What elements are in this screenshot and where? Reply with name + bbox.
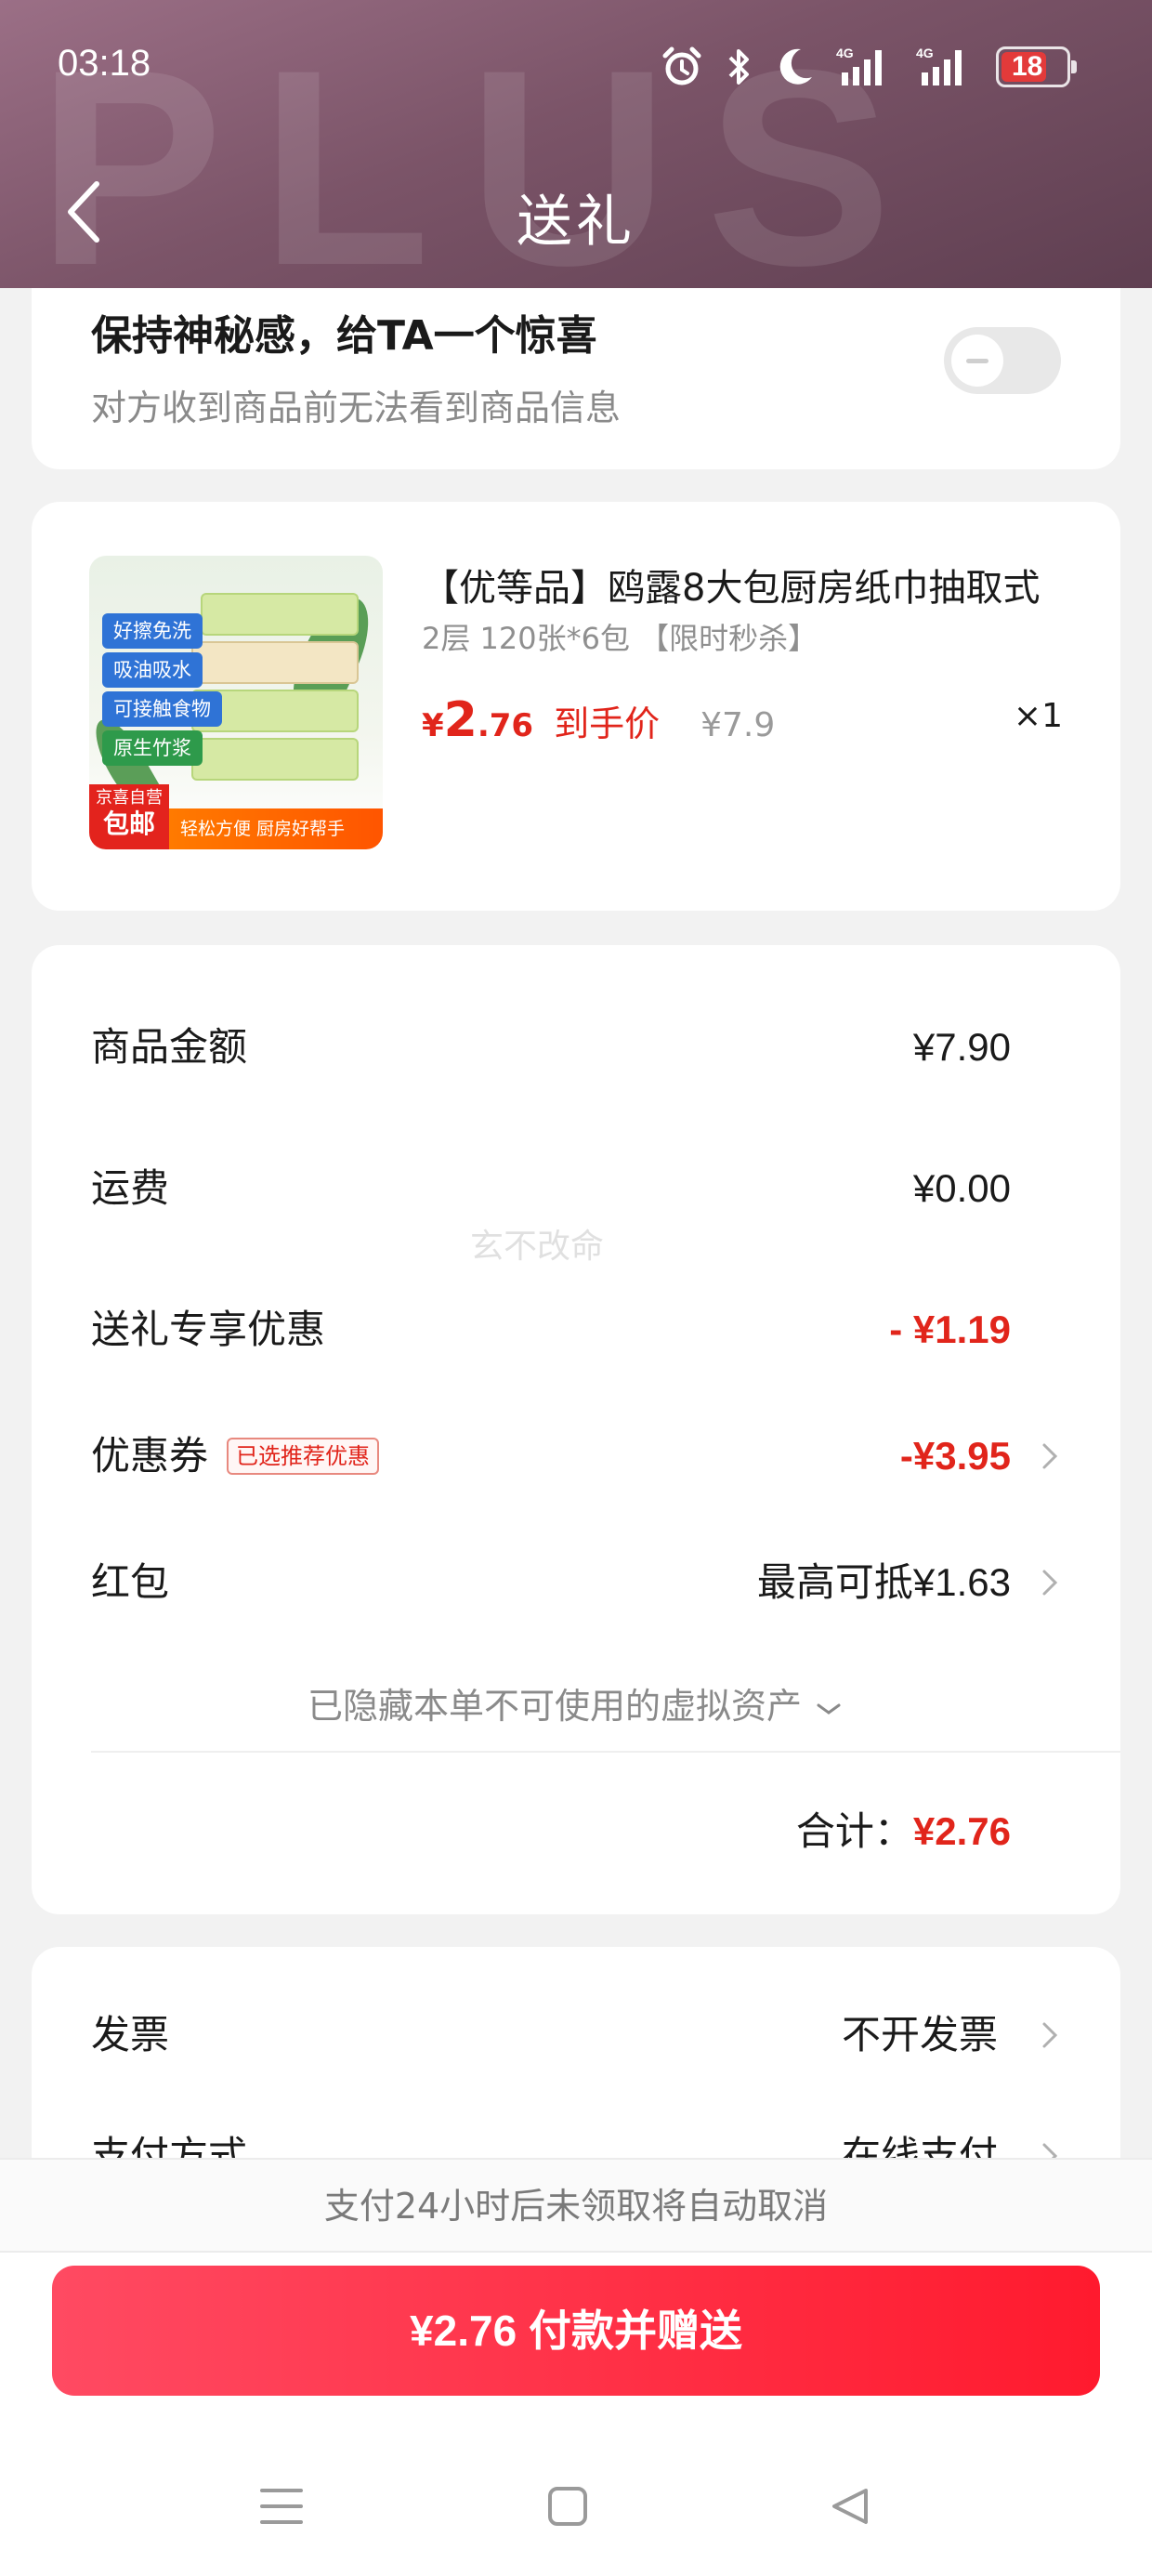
toggle-knob: [951, 335, 1003, 387]
svg-text:4G: 4G: [836, 46, 854, 60]
page-title: 送礼: [517, 190, 635, 255]
chevron-down-icon: [817, 1703, 841, 1715]
row-value: 不开发票: [841, 2013, 998, 2057]
home-icon[interactable]: [546, 2485, 589, 2531]
row-label: 送礼专享优惠: [91, 1307, 326, 1352]
jd-badge-bottom: 包邮: [102, 808, 155, 839]
svg-text:4G: 4G: [916, 46, 934, 60]
product-quantity: ×1: [1013, 697, 1063, 735]
status-icons: 4G 4G 18: [660, 45, 1077, 89]
bottom-panel: ¥2.76 付款并赠送: [0, 2251, 1152, 2576]
total-label: 合计：: [795, 1808, 913, 1854]
status-bar: 03:18 4G 4G 18: [0, 37, 1152, 102]
product-price: ¥ 2 .76 到手价 ¥7.9: [422, 692, 775, 748]
auto-cancel-notice: 支付24小时后未领取将自动取消: [0, 2158, 1152, 2251]
price-integer: 2: [443, 692, 478, 748]
summary-row-goods-amount: 商品金额 ¥7.90: [91, 1019, 1011, 1075]
row-value: -¥3.95: [899, 1434, 1011, 1478]
invoice-row[interactable]: 发票 不开发票: [91, 2007, 1058, 2063]
product-spec: 2层 120张*6包 【限时秒杀】: [422, 621, 818, 656]
order-total: 合计：¥2.76: [796, 1800, 1011, 1857]
chevron-right-icon: [1042, 1443, 1058, 1469]
product-package: [191, 641, 359, 684]
surprise-subtitle: 对方收到商品前无法看到商品信息: [91, 388, 622, 428]
battery-icon: 18: [996, 46, 1077, 87]
nav-bar: 送礼: [0, 158, 1152, 260]
row-value: ¥7.90: [912, 1025, 1011, 1069]
summary-card: 商品金额 ¥7.90 运费 ¥0.00 玄不改命 送礼专享优惠 - ¥1.19 …: [32, 945, 1120, 1914]
row-label: 商品金额: [91, 1024, 248, 1070]
product-image[interactable]: 好擦免洗 吸油吸水 可接触食物 原生竹浆 京喜自营 包邮 轻松方便 厨房好帮手: [89, 556, 383, 849]
product-card[interactable]: 好擦免洗 吸油吸水 可接触食物 原生竹浆 京喜自营 包邮 轻松方便 厨房好帮手 …: [32, 502, 1120, 911]
price-label: 到手价: [554, 703, 661, 744]
battery-level: 18: [1012, 51, 1043, 82]
row-label: 优惠券: [91, 1433, 209, 1479]
hidden-assets-toggle[interactable]: 已隐藏本单不可使用的虚拟资产: [32, 1677, 1120, 1728]
back-triangle-icon[interactable]: [829, 2485, 871, 2531]
product-title[interactable]: 【优等品】鸥露8大包厨房纸巾抽取式: [422, 558, 1072, 611]
surprise-toggle[interactable]: [944, 327, 1061, 394]
signal-icon: 4G: [836, 46, 882, 85]
row-label: 发票: [91, 2012, 170, 2057]
image-tag: 吸油吸水: [102, 652, 203, 688]
total-value: ¥2.76: [912, 1809, 1011, 1853]
menu-icon[interactable]: [258, 2485, 305, 2531]
alarm-icon: [662, 46, 701, 85]
price-decimal: .76: [477, 707, 534, 744]
row-value: ¥0.00: [912, 1166, 1011, 1210]
surprise-card: 保持神秘感，给TA一个惊喜 对方收到商品前无法看到商品信息: [32, 260, 1120, 469]
page: PLUS 03:18 4G 4G 18 送礼 保持神秘感，给TA一个惊喜 对方收…: [0, 0, 1152, 2576]
hidden-assets-text: 已隐藏本单不可使用的虚拟资产: [307, 1686, 802, 1727]
image-tag: 原生竹浆: [102, 730, 203, 766]
surprise-title: 保持神秘感，给TA一个惊喜: [91, 312, 597, 360]
row-label: 红包: [91, 1559, 170, 1605]
divider: [91, 1751, 1120, 1753]
summary-row-gift-discount: 送礼专享优惠 - ¥1.19: [91, 1302, 1011, 1358]
status-time: 03:18: [58, 43, 151, 84]
chevron-right-icon: [1042, 2022, 1058, 2048]
product-package: [191, 738, 359, 781]
row-label: 运费: [91, 1165, 170, 1211]
product-package: [201, 593, 359, 636]
original-price: ¥7.9: [700, 706, 776, 744]
moon-icon: [779, 48, 812, 85]
system-navigation-bar: [0, 2457, 1152, 2550]
coupon-badge: 已选推荐优惠: [227, 1438, 380, 1475]
header: PLUS 03:18 4G 4G 18 送礼: [0, 0, 1152, 288]
watermark-text: 玄不改命: [470, 1228, 605, 1266]
jd-badge: 京喜自营 包邮: [89, 784, 169, 849]
summary-row-red-packet[interactable]: 红包 最高可抵¥1.63: [91, 1555, 1058, 1610]
signal-icon: 4G: [916, 46, 962, 85]
row-label-group: 优惠券 已选推荐优惠: [91, 1428, 380, 1484]
image-tag: 好擦免洗: [102, 613, 203, 649]
chevron-right-icon: [1042, 1570, 1058, 1596]
price-symbol: ¥: [422, 707, 444, 744]
jd-badge-top: 京喜自营: [96, 788, 163, 808]
summary-row-shipping: 运费 ¥0.00: [91, 1161, 1011, 1216]
row-value: 最高可抵¥1.63: [756, 1560, 1011, 1604]
image-strip: 轻松方便 厨房好帮手: [169, 808, 383, 849]
bluetooth-icon: [728, 49, 749, 85]
row-value: - ¥1.19: [889, 1308, 1011, 1351]
summary-row-coupon[interactable]: 优惠券 已选推荐优惠 -¥3.95: [91, 1428, 1058, 1484]
image-tag: 可接触食物: [102, 691, 222, 727]
pay-and-gift-button[interactable]: ¥2.76 付款并赠送: [52, 2266, 1100, 2396]
